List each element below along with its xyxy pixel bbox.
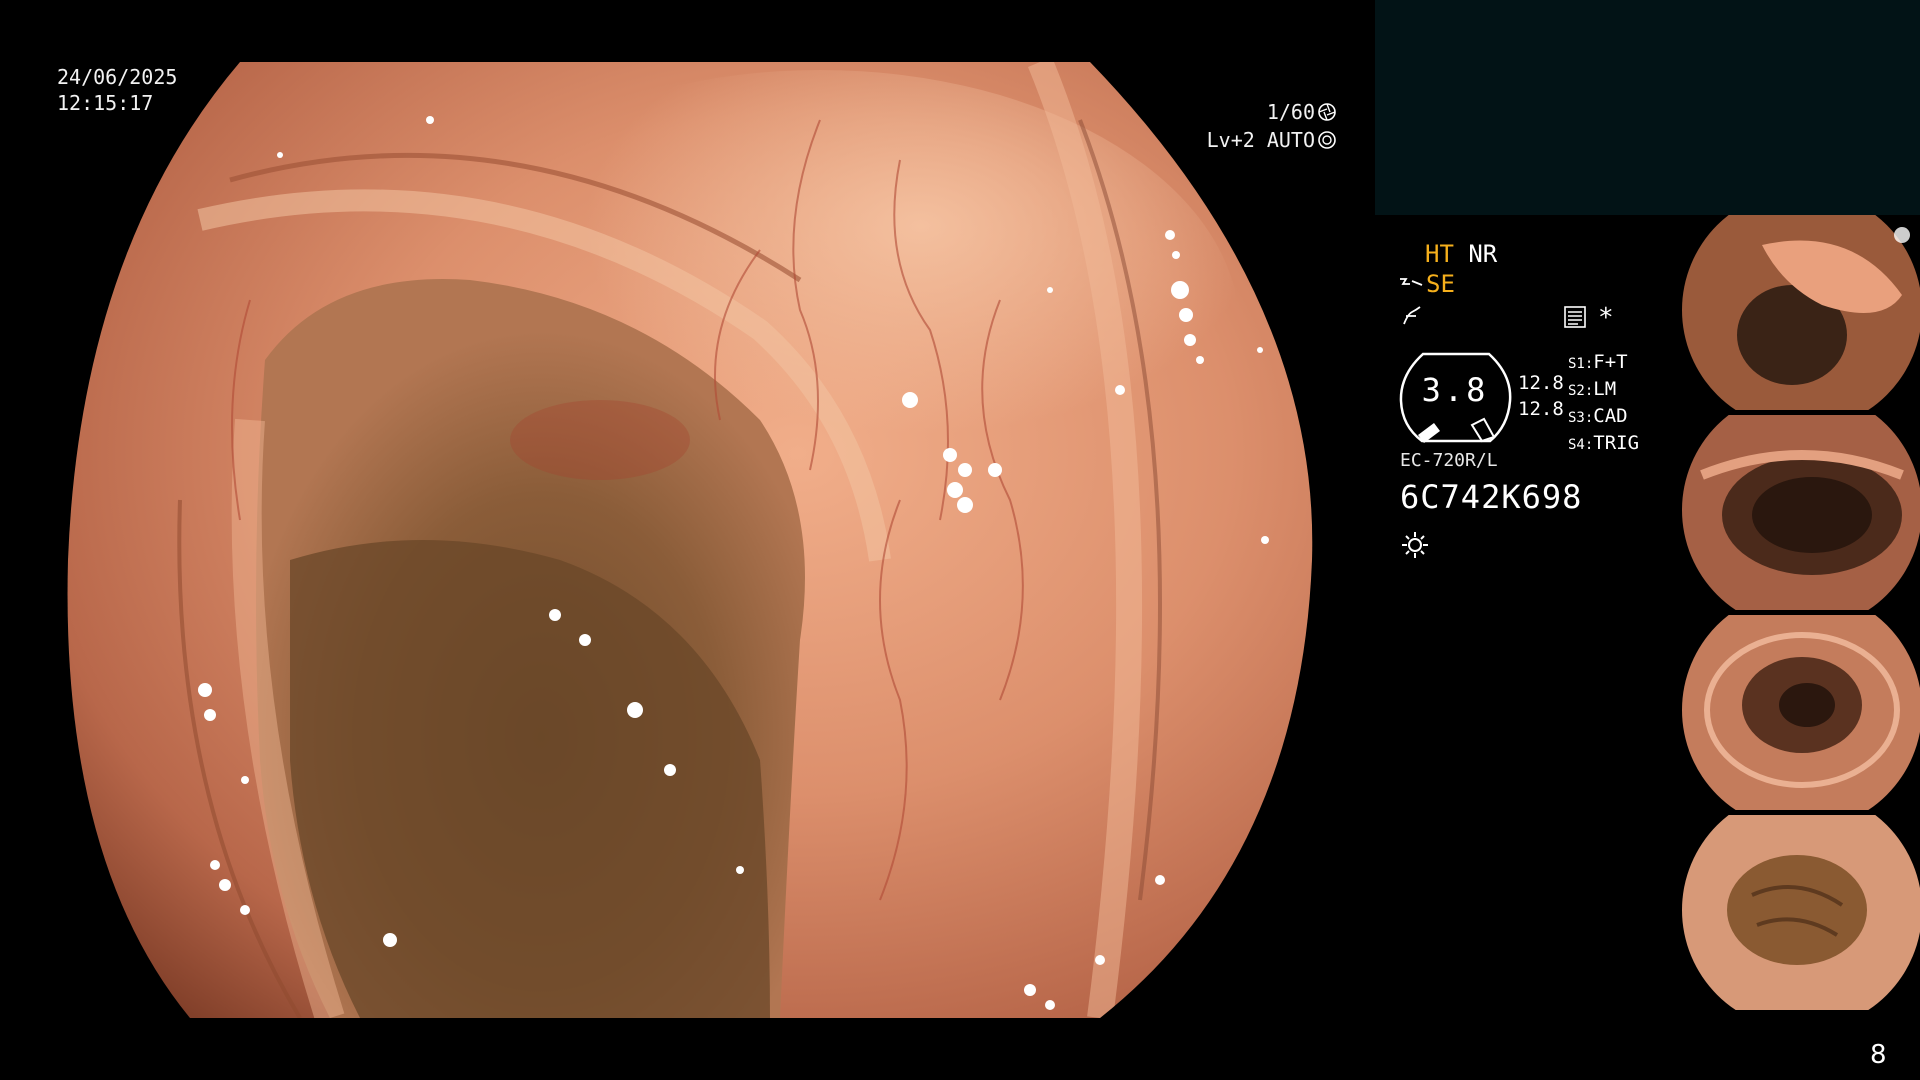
light-icon xyxy=(1402,532,1428,558)
processor-status-panel: HT NR SE * 3.8 12.8 12.8 S1:F+T S2:LM S3… xyxy=(1398,240,1678,580)
thumbnail-3[interactable] xyxy=(1672,615,1920,810)
exposure-mode-text: Lv+2 AUTO xyxy=(1206,128,1315,152)
gauge-upper-value: 12.8 xyxy=(1518,372,1564,394)
switch-s4: S4:TRIG xyxy=(1568,432,1640,454)
asterisk-indicator: * xyxy=(1598,303,1614,333)
zoom-value: 3.8 xyxy=(1421,371,1489,409)
scope-model: EC-720R/L xyxy=(1400,450,1498,471)
gauge-readouts: 12.8 12.8 xyxy=(1518,370,1564,422)
iris-auto-icon xyxy=(1318,131,1336,149)
record-list-icon xyxy=(1564,306,1586,328)
date-text: 24/06/2025 xyxy=(57,65,178,89)
thumbnail-1[interactable] xyxy=(1672,215,1920,410)
exposure-info: 1/60 Lv+2 AUTO xyxy=(1207,98,1337,154)
structure-enhance-row: SE xyxy=(1398,270,1455,298)
switch-s1: S1:F+T xyxy=(1568,351,1628,373)
top-info-area xyxy=(1375,0,1920,215)
switch-s2: S2:LM xyxy=(1568,378,1617,400)
thumbnail-2[interactable] xyxy=(1672,415,1920,610)
time-text: 12:15:17 xyxy=(57,91,154,115)
aperture-icon xyxy=(1318,103,1336,121)
se-label: SE xyxy=(1426,270,1455,298)
scope-serial: 6C742K698 xyxy=(1400,478,1583,516)
main-endoscopic-view: 24/06/2025 12:15:17 1/60 Lv+2 AUTO xyxy=(0,0,1375,1080)
ht-label: HT xyxy=(1425,240,1454,268)
structure-enhance-icon xyxy=(1400,278,1423,286)
enhancement-row: HT NR xyxy=(1425,240,1497,268)
color-enhance-icon xyxy=(1403,306,1421,325)
shutter-speed-text: 1/60 xyxy=(1266,100,1315,124)
thumbnail-4[interactable] xyxy=(1672,815,1920,1010)
date-time-stamp: 24/06/2025 12:15:17 xyxy=(57,64,177,116)
colon-lumen-image xyxy=(67,62,1313,1018)
page-number: 8 xyxy=(1870,1040,1887,1070)
switch-assignments: S1:F+T S2:LM S3:CAD S4:TRIG xyxy=(1568,350,1639,458)
endoscopy-monitor: 24/06/2025 12:15:17 1/60 Lv+2 AUTO HT NR… xyxy=(0,0,1920,1080)
switch-s3: S3:CAD xyxy=(1568,405,1628,427)
gauge-lower-value: 12.8 xyxy=(1518,398,1564,420)
nr-label: NR xyxy=(1468,240,1498,268)
